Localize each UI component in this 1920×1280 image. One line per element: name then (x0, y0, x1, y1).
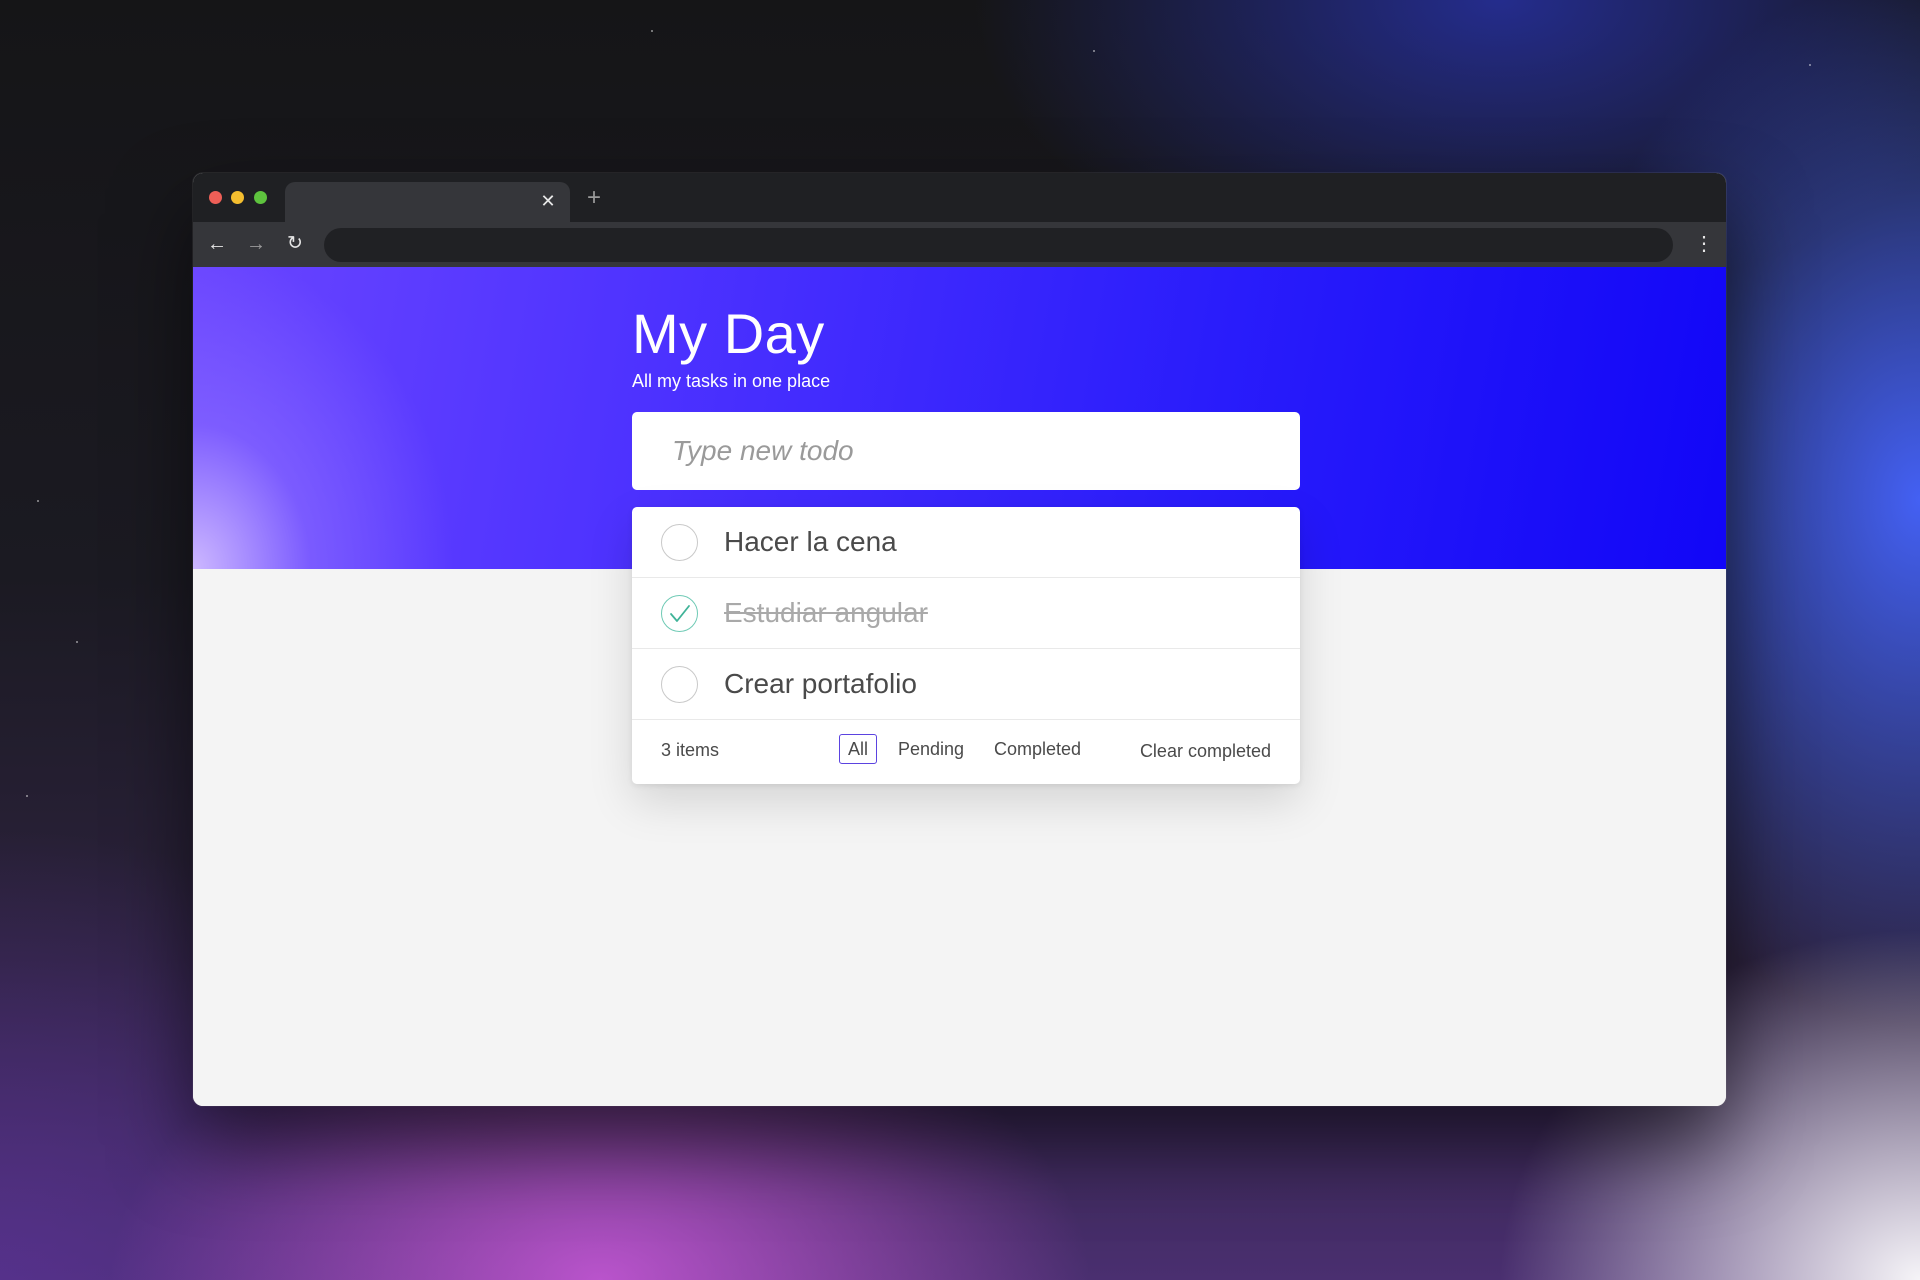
list-item: Crear portafolio (632, 649, 1300, 720)
items-count: 3 items (661, 740, 720, 760)
star (1809, 64, 1811, 66)
desktop-background: ✕ + ← → ↻ ⋮ My Day All my tasks in one p… (0, 0, 1920, 1280)
close-icon[interactable]: ✕ (538, 191, 558, 211)
new-todo-input[interactable] (632, 412, 1300, 490)
todo-footer: 3 items All Pending Completed Clear comp… (632, 720, 1300, 784)
reload-icon[interactable]: ↻ (283, 232, 307, 256)
list-item: Hacer la cena (632, 507, 1300, 578)
list-item: Estudiar angular (632, 578, 1300, 649)
page-title: My Day (632, 302, 825, 365)
address-bar[interactable] (324, 228, 1673, 262)
todo-checkbox-checked[interactable] (661, 595, 698, 632)
star (37, 500, 39, 502)
filter-completed[interactable]: Completed (985, 734, 1090, 764)
clear-completed-button[interactable]: Clear completed (1140, 741, 1271, 762)
minimize-window-button[interactable] (231, 191, 244, 204)
browser-toolbar: ← → ↻ ⋮ (193, 222, 1726, 267)
browser-tab[interactable]: ✕ (285, 182, 570, 222)
filter-pending[interactable]: Pending (889, 734, 973, 764)
todo-label[interactable]: Crear portafolio (724, 649, 917, 719)
star (26, 795, 28, 797)
star (651, 30, 653, 32)
browser-titlebar: ✕ + (193, 173, 1726, 222)
browser-window: ✕ + ← → ↻ ⋮ My Day All my tasks in one p… (193, 173, 1726, 1106)
filter-all[interactable]: All (839, 734, 878, 764)
plus-icon[interactable]: + (583, 186, 605, 210)
todo-label[interactable]: Estudiar angular (724, 578, 928, 648)
page-viewport: My Day All my tasks in one place Hacer l… (193, 267, 1726, 1106)
todo-list-card: Hacer la cena Estudiar angular Crear por… (632, 507, 1300, 784)
todo-checkbox[interactable] (661, 524, 698, 561)
checkmark-icon (670, 605, 690, 622)
arrow-left-icon[interactable]: ← (205, 232, 229, 256)
todo-label[interactable]: Hacer la cena (724, 507, 897, 577)
arrow-right-icon[interactable]: → (244, 232, 268, 256)
page-subtitle: All my tasks in one place (632, 371, 831, 391)
todo-checkbox[interactable] (661, 666, 698, 703)
kebab-menu-icon[interactable]: ⋮ (1694, 232, 1714, 256)
star (76, 641, 78, 643)
close-window-button[interactable] (209, 191, 222, 204)
maximize-window-button[interactable] (254, 191, 267, 204)
star (1093, 50, 1095, 52)
